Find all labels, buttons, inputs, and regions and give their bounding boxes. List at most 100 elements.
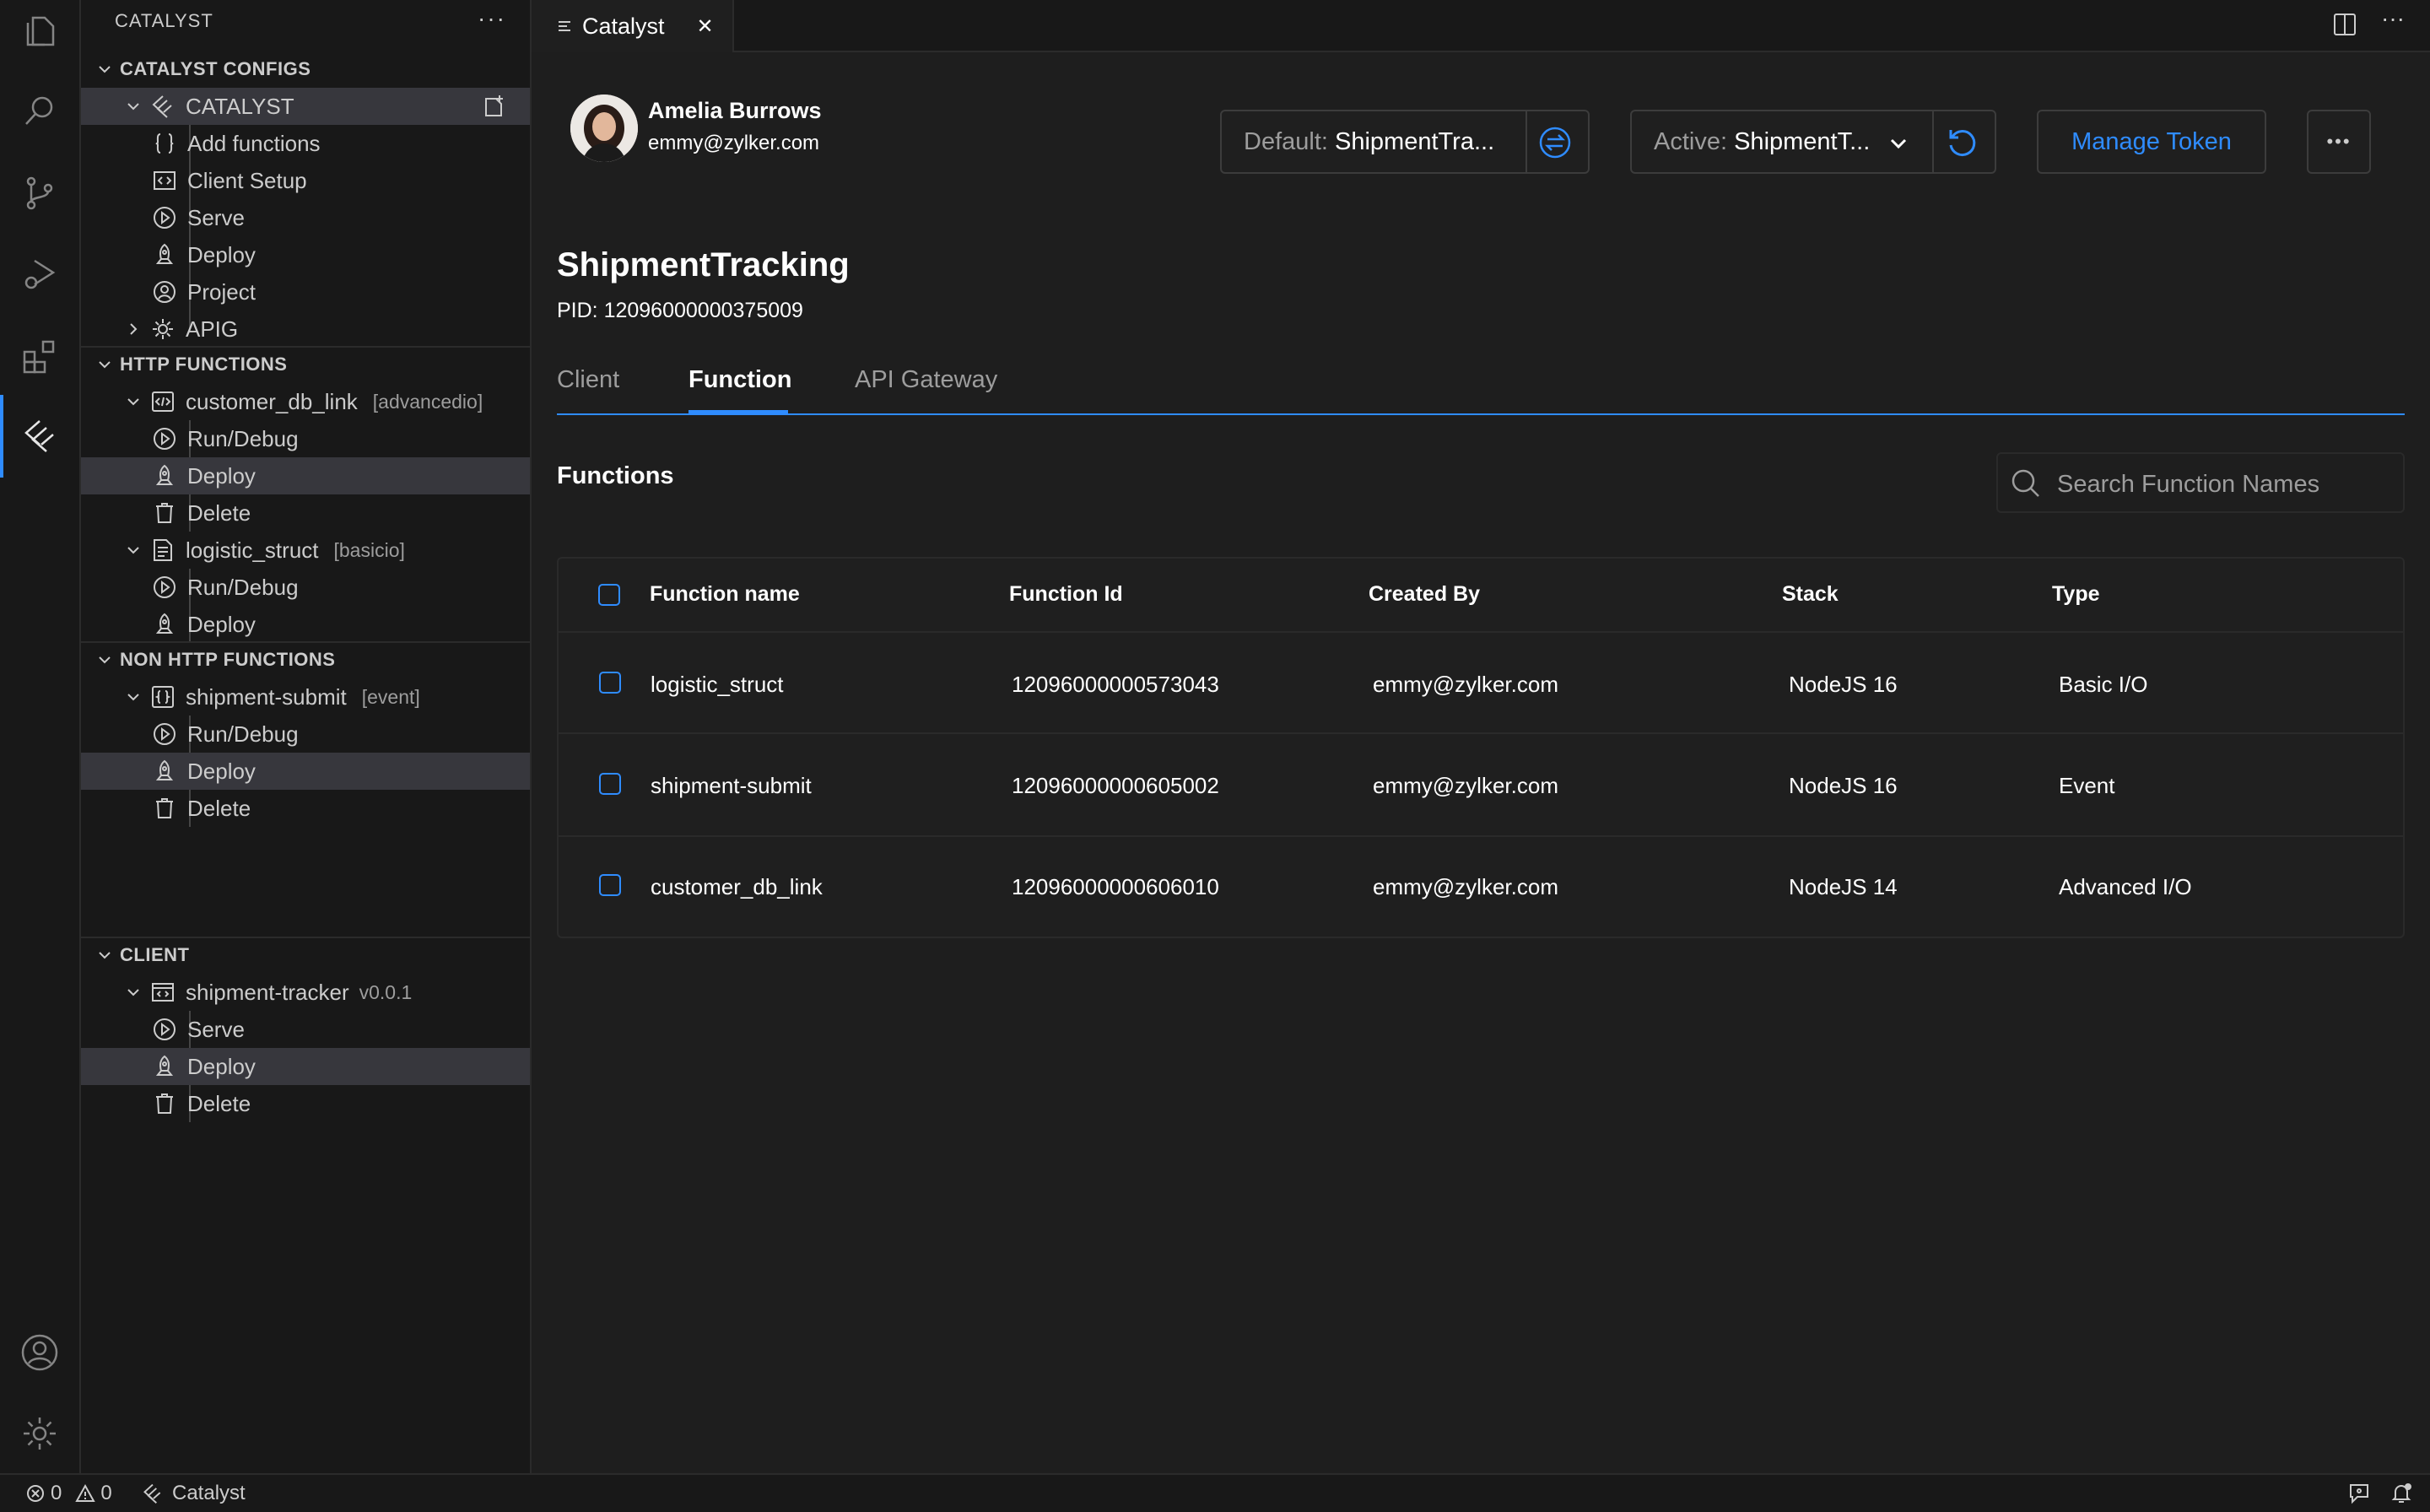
cell-function-name[interactable]: logistic_struct <box>651 672 784 698</box>
error-icon <box>25 1483 46 1504</box>
tree-item-run-debug[interactable]: Run/Debug <box>81 716 530 753</box>
braces-icon <box>150 129 179 158</box>
row-checkbox[interactable] <box>599 672 621 694</box>
tree-item-deploy[interactable]: Deploy <box>81 606 530 643</box>
tab-client[interactable]: Client <box>557 366 619 394</box>
status-catalyst[interactable]: Catalyst <box>142 1482 246 1505</box>
chevron-down-icon <box>89 61 120 78</box>
play-circle-icon <box>150 720 179 748</box>
tree-item-delete[interactable]: Delete <box>81 790 530 827</box>
tree-item-catalyst-root[interactable]: CATALYST <box>81 88 530 125</box>
trash-icon <box>150 794 179 823</box>
manage-token-button[interactable]: Manage Token <box>2037 110 2266 174</box>
feedback-icon[interactable] <box>2347 1482 2371 1505</box>
search-icon <box>2008 466 2044 501</box>
split-editor-icon[interactable] <box>2332 12 2357 37</box>
cell-type: Basic I/O <box>2059 672 2148 697</box>
divider <box>1526 111 1527 172</box>
chevron-down-icon <box>81 688 148 705</box>
tree-item-serve[interactable]: Serve <box>81 199 530 236</box>
refresh-icon[interactable] <box>1944 125 1979 160</box>
more-options-button[interactable]: ••• <box>2307 110 2371 174</box>
cell-function-name[interactable]: shipment-submit <box>651 773 812 799</box>
extensions-icon[interactable] <box>17 334 62 380</box>
source-control-icon[interactable] <box>17 170 62 216</box>
cell-created-by: emmy@zylker.com <box>1373 773 1558 798</box>
default-project-selector[interactable]: Default: ShipmentTra... <box>1220 110 1590 174</box>
tree-item-shipment-submit[interactable]: shipment-submit [event] <box>81 678 530 716</box>
column-header-created-by: Created By <box>1369 582 1480 606</box>
tab-function[interactable]: Function <box>688 366 791 394</box>
settings-gear-icon[interactable] <box>17 1411 62 1456</box>
tree-item-apig[interactable]: APIG <box>81 310 530 348</box>
tree-item-project[interactable]: Project <box>81 273 530 310</box>
code-window-icon <box>150 166 179 195</box>
close-icon[interactable]: ✕ <box>697 14 714 39</box>
catalyst-icon <box>148 92 177 121</box>
tree-item-add-functions[interactable]: Add functions <box>81 125 530 162</box>
chevron-down-icon <box>81 393 148 410</box>
tree-item-client-setup[interactable]: Client Setup <box>81 162 530 199</box>
tree-item-deploy[interactable]: Deploy <box>81 753 530 790</box>
swap-icon[interactable] <box>1537 125 1573 160</box>
divider <box>559 835 2403 837</box>
search-function-input[interactable]: Search Function Names <box>1996 452 2405 513</box>
project-title: ShipmentTracking <box>557 246 850 284</box>
tree-item-deploy[interactable]: Deploy <box>81 457 530 494</box>
active-project-selector[interactable]: Active: ShipmentT... <box>1630 110 1996 174</box>
play-circle-icon <box>150 1015 179 1044</box>
cell-created-by: emmy@zylker.com <box>1373 874 1558 899</box>
play-circle-icon <box>150 573 179 602</box>
tab-api-gateway[interactable]: API Gateway <box>855 366 997 394</box>
tree-item-run-debug[interactable]: Run/Debug <box>81 420 530 457</box>
active-value: ShipmentT... <box>1734 128 1871 155</box>
gear-api-icon <box>148 315 177 343</box>
explorer-icon[interactable] <box>17 8 62 54</box>
tree-item-shipment-tracker[interactable]: shipment-tracker v0.0.1 <box>81 974 530 1011</box>
catalyst-icon <box>142 1482 164 1504</box>
problems-indicator[interactable]: 0 0 <box>25 1482 112 1505</box>
cell-created-by: emmy@zylker.com <box>1373 672 1558 697</box>
account-icon[interactable] <box>17 1330 62 1375</box>
status-bar: 0 0 Catalyst <box>0 1473 2430 1512</box>
project-pid: PID: 12096000000375009 <box>557 299 803 322</box>
tree-item-logistic-struct[interactable]: logistic_struct [basicio] <box>81 532 530 569</box>
cell-type: Event <box>2059 773 2115 798</box>
user-name: Amelia Burrows <box>648 98 822 123</box>
section-client[interactable]: CLIENT <box>81 938 530 972</box>
tree-item-customer-db-link[interactable]: customer_db_link [advancedio] <box>81 383 530 420</box>
tree-item-delete[interactable]: Delete <box>81 494 530 532</box>
section-catalyst-configs[interactable]: CATALYST CONFIGS <box>81 52 530 86</box>
more-actions-icon[interactable]: ··· <box>2381 5 2405 32</box>
column-header-stack: Stack <box>1782 582 1839 606</box>
tree-item-run-debug[interactable]: Run/Debug <box>81 569 530 606</box>
cell-function-name[interactable]: customer_db_link <box>651 874 823 900</box>
column-header-type: Type <box>2052 582 2100 606</box>
editor-tab-bar: Catalyst ✕ ··· <box>532 0 2430 52</box>
new-file-icon[interactable] <box>481 94 506 119</box>
chevron-down-icon <box>89 651 120 668</box>
run-debug-icon[interactable] <box>17 251 62 297</box>
divider <box>559 631 2403 633</box>
section-http-functions[interactable]: HTTP FUNCTIONS <box>81 348 530 381</box>
select-all-checkbox[interactable] <box>598 584 620 606</box>
tab-catalyst[interactable]: Catalyst ✕ <box>532 0 734 52</box>
rocket-icon <box>150 240 179 269</box>
activity-bar <box>0 0 81 1473</box>
row-checkbox[interactable] <box>599 874 621 896</box>
row-checkbox[interactable] <box>599 773 621 795</box>
rocket-icon <box>150 610 179 639</box>
tree-item-deploy[interactable]: Deploy <box>81 236 530 273</box>
tree-item-deploy[interactable]: Deploy <box>81 1048 530 1085</box>
section-non-http-functions[interactable]: NON HTTP FUNCTIONS <box>81 643 530 677</box>
tree-item-delete[interactable]: Delete <box>81 1085 530 1122</box>
sidebar-more-button[interactable]: ··· <box>478 5 506 32</box>
tree-item-serve[interactable]: Serve <box>81 1011 530 1048</box>
sidebar-title: CATALYST <box>115 10 213 31</box>
notifications-bell-icon[interactable] <box>2390 1482 2413 1505</box>
column-header-function-id: Function Id <box>1009 582 1123 606</box>
catalyst-icon[interactable] <box>17 413 62 459</box>
chevron-down-icon[interactable] <box>1887 132 1910 155</box>
document-icon <box>148 536 177 564</box>
search-icon[interactable] <box>17 88 62 133</box>
